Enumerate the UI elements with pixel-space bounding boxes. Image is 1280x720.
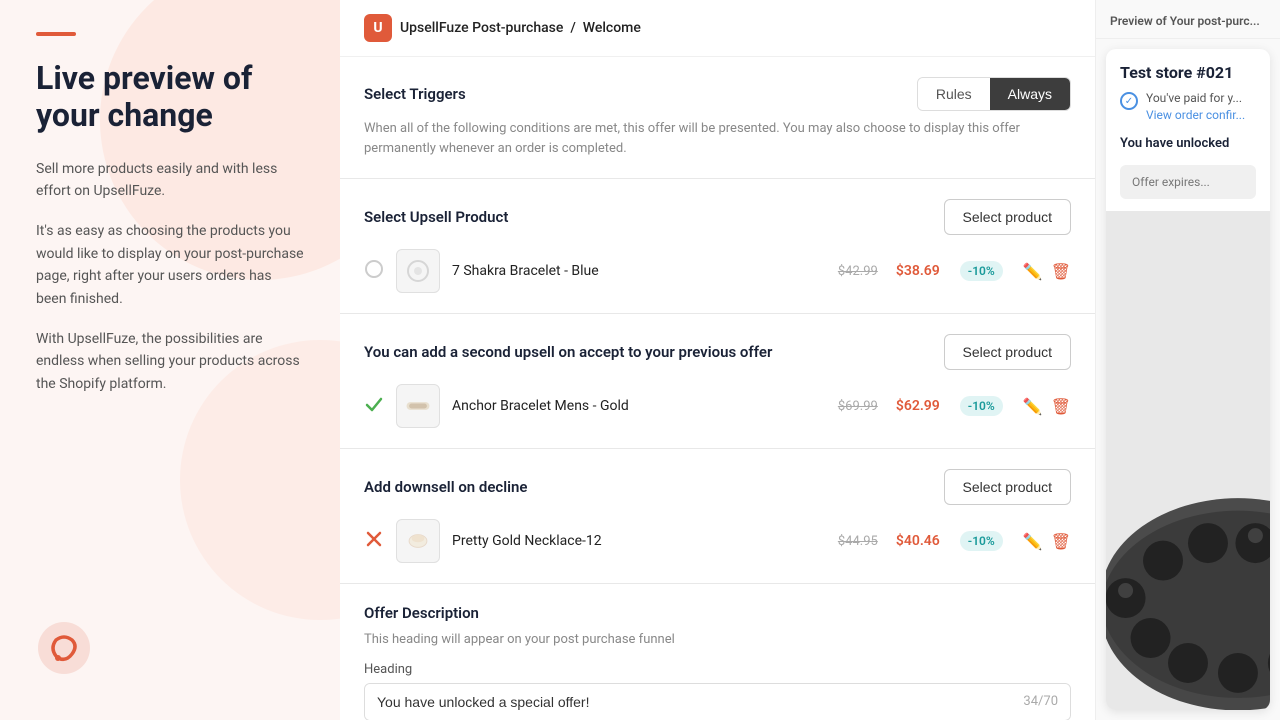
desc-3: With UpsellFuze, the possibilities are e… (36, 328, 304, 395)
upsell-select-button[interactable]: Select product (944, 199, 1072, 235)
logo (36, 620, 92, 680)
always-button[interactable]: Always (990, 78, 1070, 110)
offer-desc-title: Offer Description (364, 604, 479, 622)
second-upsell-status-icon (364, 394, 384, 418)
offer-desc-text: This heading will appear on your post pu… (364, 630, 1071, 650)
downsell-select-button[interactable]: Select product (944, 469, 1072, 505)
offer-desc-header: Offer Description (364, 604, 1071, 622)
second-upsell-actions: ✏️ 🗑 (1023, 397, 1071, 416)
upsell-title: Select Upsell Product (364, 208, 508, 226)
downsell-title: Add downsell on decline (364, 478, 528, 496)
paid-text-wrap: You've paid for y... View order confir..… (1146, 90, 1245, 124)
preview-header: Preview of Your post-purc... (1096, 0, 1280, 39)
upsell-price-sale: $38.69 (896, 263, 940, 279)
desc-1: Sell more products easily and with less … (36, 158, 304, 203)
second-upsell-section: You can add a second upsell on accept to… (340, 314, 1095, 449)
view-order-link[interactable]: View order confir... (1146, 108, 1245, 122)
bracelet-preview (1106, 211, 1270, 710)
downsell-price-sale: $40.46 (896, 533, 940, 549)
breadcrumb: UpsellFuze Post-purchase / Welcome (400, 20, 641, 36)
second-upsell-product-name: Anchor Bracelet Mens - Gold (452, 398, 826, 414)
downsell-product-name: Pretty Gold Necklace-12 (452, 533, 826, 549)
downsell-status-icon (364, 529, 384, 553)
second-upsell-price-original: $69.99 (838, 399, 878, 414)
char-count: 34/70 (1011, 684, 1070, 719)
heading-input-wrap: 34/70 (364, 683, 1071, 720)
downsell-section: Add downsell on decline Select product (340, 449, 1095, 584)
downsell-edit-icon[interactable]: ✏️ (1023, 532, 1043, 551)
second-upsell-discount-badge: -10% (960, 396, 1003, 416)
middle-content: Select Triggers Rules Always When all of… (340, 57, 1095, 720)
downsell-actions: ✏️ 🗑 (1023, 532, 1071, 551)
left-panel: Live preview of your change Sell more pr… (0, 0, 340, 720)
triggers-section: Select Triggers Rules Always When all of… (340, 57, 1095, 179)
downsell-delete-icon[interactable]: 🗑 (1051, 532, 1071, 551)
upsell-product-name: 7 Shakra Bracelet - Blue (452, 263, 826, 279)
upsell-product-thumb (396, 249, 440, 293)
accent-bar (36, 32, 76, 36)
offer-expires: Offer expires... (1120, 165, 1256, 199)
upsell-delete-icon[interactable]: 🗑 (1051, 262, 1071, 281)
downsell-header: Add downsell on decline Select product (364, 469, 1071, 505)
upsell-edit-icon[interactable]: ✏️ (1023, 262, 1043, 281)
downsell-discount-badge: -10% (960, 531, 1003, 551)
middle-panel: U UpsellFuze Post-purchase / Welcome Sel… (340, 0, 1095, 720)
upsell-header: Select Upsell Product Select product (364, 199, 1071, 235)
heading-label: Heading (364, 662, 1071, 677)
offer-description-section: Offer Description This heading will appe… (340, 584, 1095, 720)
right-panel: Preview of Your post-purc... Test store … (1095, 0, 1280, 720)
second-upsell-title: You can add a second upsell on accept to… (364, 343, 772, 361)
second-upsell-product-row: Anchor Bracelet Mens - Gold $69.99 $62.9… (364, 384, 1071, 428)
breadcrumb-bar: U UpsellFuze Post-purchase / Welcome (340, 0, 1095, 57)
unlocked-text: You have unlocked (1106, 136, 1270, 165)
paid-row: You've paid for y... View order confir..… (1106, 90, 1270, 136)
upsell-actions: ✏️ 🗑 (1023, 262, 1071, 281)
main-title: Live preview of your change (36, 60, 304, 134)
upsell-discount-badge: -10% (960, 261, 1003, 281)
downsell-product-row: Pretty Gold Necklace-12 $44.95 $40.46 -1… (364, 519, 1071, 563)
downsell-product-thumb (396, 519, 440, 563)
triggers-header: Select Triggers Rules Always (364, 77, 1071, 111)
second-upsell-select-button[interactable]: Select product (944, 334, 1072, 370)
heading-input[interactable] (365, 684, 1011, 720)
app-icon: U (364, 14, 392, 42)
upsell-price-original: $42.99 (838, 264, 878, 279)
store-name: Test store #021 (1106, 49, 1270, 90)
triggers-desc: When all of the following conditions are… (364, 119, 1071, 158)
desc-2: It's as easy as choosing the products yo… (36, 220, 304, 310)
second-upsell-header: You can add a second upsell on accept to… (364, 334, 1071, 370)
preview-card: Test store #021 You've paid for y... Vie… (1106, 49, 1270, 710)
rules-button[interactable]: Rules (918, 78, 990, 110)
downsell-price-original: $44.95 (838, 534, 878, 549)
upsell-product-row: 7 Shakra Bracelet - Blue $42.99 $38.69 -… (364, 249, 1071, 293)
upsell-status-icon (364, 259, 384, 283)
second-upsell-delete-icon[interactable]: 🗑 (1051, 397, 1071, 416)
upsell-section: Select Upsell Product Select product 7 S… (340, 179, 1095, 314)
triggers-title: Select Triggers (364, 85, 466, 103)
check-icon (1120, 92, 1138, 110)
second-upsell-product-thumb (396, 384, 440, 428)
second-upsell-price-sale: $62.99 (896, 398, 940, 414)
trigger-buttons: Rules Always (917, 77, 1071, 111)
paid-text: You've paid for y... (1146, 90, 1245, 107)
second-upsell-edit-icon[interactable]: ✏️ (1023, 397, 1043, 416)
